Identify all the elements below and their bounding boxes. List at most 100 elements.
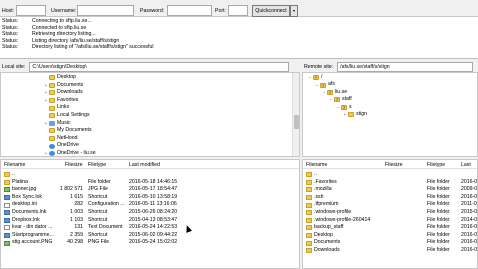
local-tree-item[interactable]: My Documents bbox=[43, 127, 92, 135]
remote-tree-item[interactable]: −? / bbox=[307, 74, 322, 82]
local-tree-item[interactable]: + Favorites bbox=[43, 97, 78, 105]
file-row[interactable]: .windows-profile-260414 File folder 2014-0… bbox=[303, 217, 477, 225]
file-size: 40 298 bbox=[67, 239, 83, 246]
file-row[interactable]: desktop.ini 282 Configuration ... 2016-05-1… bbox=[1, 201, 299, 209]
remote-tree-label: stign bbox=[356, 111, 367, 117]
file-name-cell: .Favorites bbox=[306, 179, 394, 187]
file-type: File folder bbox=[427, 239, 450, 246]
folder-icon bbox=[49, 136, 55, 142]
remote-col-filename[interactable]: Filename bbox=[306, 162, 327, 168]
file-row[interactable]: backup_staff File folder 2016-06 bbox=[303, 224, 477, 232]
remote-col-filesize[interactable]: Filesize bbox=[385, 162, 403, 168]
file-name: Downloads bbox=[314, 247, 340, 253]
file-row[interactable]: Startprogramme... 2 359 Shortcut 2015-06-02… bbox=[1, 232, 299, 240]
local-tree-item[interactable]: + Music bbox=[43, 120, 71, 128]
local-tree-item[interactable]: + Downloads bbox=[43, 89, 83, 97]
local-tree-scrollbar[interactable] bbox=[292, 73, 299, 156]
file-row[interactable]: Platina File folder 2016-05-18 14:46:15 bbox=[1, 179, 299, 187]
local-tree-item[interactable]: + Documents bbox=[43, 82, 83, 90]
remote-tree-item[interactable]: −? s bbox=[335, 104, 352, 112]
file-row[interactable]: banner.jpg 1 802 571 JPG File 2016-05-17 18… bbox=[1, 186, 299, 194]
local-col-last-modified[interactable]: Last modified bbox=[129, 162, 160, 168]
port-input[interactable] bbox=[228, 5, 248, 16]
local-tree-label: Documents bbox=[57, 81, 84, 88]
folder-icon bbox=[306, 195, 312, 201]
local-site-path-input[interactable]: C:\Users\stign\Desktop\ bbox=[29, 61, 290, 72]
folder-icon bbox=[49, 82, 55, 88]
remote-col-filetype[interactable]: Filetype bbox=[427, 162, 445, 168]
local-tree-item[interactable]: Desktop bbox=[43, 74, 76, 82]
file-name: kvar - din dator ... bbox=[12, 224, 53, 231]
file-row[interactable]: .ssh File folder 2016-09 bbox=[303, 194, 477, 202]
file-type: File folder bbox=[88, 178, 111, 185]
folder-icon bbox=[306, 217, 312, 223]
remote-col-last-modified[interactable]: Last bbox=[461, 162, 471, 168]
remote-tree-item[interactable]: −? afs bbox=[314, 81, 335, 89]
username-input[interactable] bbox=[77, 5, 134, 16]
file-modified: 2011-05 bbox=[461, 201, 478, 208]
file-row[interactable]: Box Sync.lnk 1 615 Shortcut 2016-05-10 13:5… bbox=[1, 194, 299, 202]
remote-site-label: Remote site: bbox=[304, 63, 334, 70]
log-status-label: Status: bbox=[2, 18, 19, 24]
log-status-label: Status: bbox=[2, 24, 19, 31]
local-directory-tree[interactable]: Desktop + Documents + Downloads + Favorites Lin… bbox=[0, 72, 300, 157]
log-message: Connected to sftp.liu.se bbox=[32, 24, 87, 31]
file-modified: 2016-05-10 13:58:19 bbox=[129, 193, 178, 200]
remote-tree-item[interactable]: + stign bbox=[342, 111, 367, 119]
remote-site-path-input[interactable]: /afs/liu.se/staff/s/stign bbox=[337, 61, 474, 72]
file-row[interactable]: Desktop File folder 2016-04 bbox=[303, 232, 477, 240]
file-row[interactable]: .. bbox=[1, 171, 299, 179]
log-message: Directory listing of "/afs/liu.se/staff/… bbox=[32, 44, 154, 51]
remote-directory-tree[interactable]: −? / −? afs −? liu.se −? staff −? s + stign bbox=[302, 72, 478, 157]
log-line: Status: Connected to sftp.liu.se bbox=[0, 25, 478, 32]
local-tree-item[interactable]: Links bbox=[43, 104, 69, 112]
file-row[interactable]: .tfpremium File folder 2011-05 bbox=[303, 201, 477, 209]
quickconnect-button[interactable]: Quickconnect bbox=[252, 5, 290, 17]
file-modified: 2015-06-26 08:24:20 bbox=[129, 209, 178, 215]
file-name-cell: .mozilla bbox=[306, 186, 394, 194]
file-row[interactable]: Documents.lnk 1 003 Shortcut 2015-06-26 08:… bbox=[1, 209, 299, 217]
folder-icon bbox=[4, 172, 10, 178]
file-row[interactable]: .windows-profile File folder 2015-09 bbox=[303, 209, 477, 217]
host-input[interactable] bbox=[16, 5, 46, 16]
file-row[interactable]: kvar - din dator ... 131 Text Document 2016… bbox=[1, 224, 299, 232]
local-tree-label: Local Settings bbox=[57, 112, 90, 118]
file-row[interactable]: .. bbox=[303, 171, 477, 179]
local-col-filename[interactable]: Filename bbox=[4, 162, 25, 168]
file-row[interactable]: stig account.PNG 40 298 PNG File 2016-05-24… bbox=[1, 239, 299, 247]
file-row[interactable]: Documents File folder 2016-05 bbox=[303, 239, 477, 247]
local-file-list[interactable]: Filename Filesize Filetype Last modified… bbox=[0, 159, 300, 269]
local-tree-item[interactable]: Local Settings bbox=[43, 112, 90, 120]
file-row[interactable]: Downloads File folder 2016-05 bbox=[303, 247, 477, 255]
password-input[interactable] bbox=[167, 5, 212, 16]
file-type: Shortcut bbox=[88, 216, 108, 223]
host-label: Host: bbox=[2, 8, 15, 14]
link-icon bbox=[4, 217, 10, 223]
remote-tree-item[interactable]: −? liu.se bbox=[321, 89, 347, 97]
local-tree-item[interactable]: + OneDrive - liu.se bbox=[43, 150, 96, 156]
file-name-cell: .. bbox=[306, 171, 394, 179]
remote-file-list[interactable]: Filename Filesize Filetype Last .. .Favor… bbox=[302, 159, 478, 269]
local-col-filesize[interactable]: Filesize bbox=[65, 162, 83, 168]
local-col-filetype[interactable]: Filetype bbox=[88, 162, 106, 168]
port-label: Port: bbox=[215, 8, 226, 14]
local-tree-label: NetHood bbox=[57, 134, 78, 141]
file-type: JPG File bbox=[88, 186, 108, 193]
folder-icon bbox=[49, 113, 55, 119]
file-type: File folder bbox=[427, 178, 450, 185]
file-modified: 2016-04 bbox=[461, 231, 478, 238]
local-tree-item[interactable]: NetHood bbox=[43, 135, 77, 143]
local-tree-item[interactable]: OneDrive bbox=[43, 142, 79, 150]
local-tree-scroll-thumb[interactable] bbox=[294, 115, 299, 129]
folder-icon bbox=[306, 233, 312, 239]
file-row[interactable]: Dropbox.lnk 1 103 Shortcut 2015-04-13 08:53… bbox=[1, 217, 299, 225]
quickconnect-dropdown-icon[interactable]: ▾ bbox=[290, 5, 298, 17]
file-row[interactable]: .Favorites File folder 2016-04 bbox=[303, 179, 477, 187]
remote-tree-item[interactable]: −? staff bbox=[328, 96, 352, 104]
file-name-cell: .windows-profile-260414 bbox=[306, 217, 394, 225]
file-row[interactable]: .mozilla File folder 2009-05 bbox=[303, 186, 477, 194]
file-name: Documents bbox=[314, 239, 341, 246]
file-modified: 2009-05 bbox=[461, 186, 478, 193]
message-log[interactable]: Status: Connecting to sftp.liu.se... Statu… bbox=[0, 17, 478, 59]
folder-icon bbox=[306, 179, 312, 185]
